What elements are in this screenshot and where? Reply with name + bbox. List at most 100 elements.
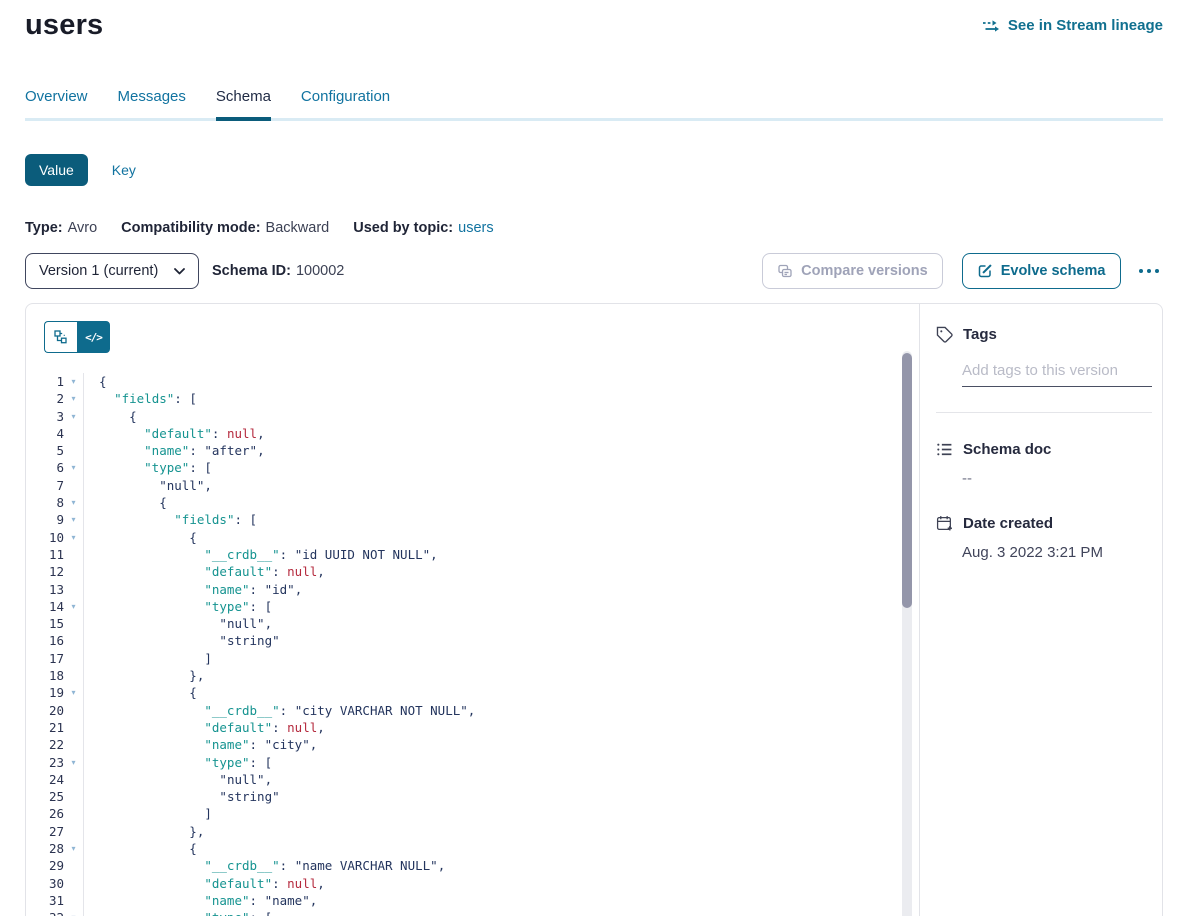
value-key-toggle: Value Key <box>25 154 1163 186</box>
line-number: 12 <box>26 563 64 580</box>
line-number: 14 <box>26 598 64 615</box>
compare-versions-button[interactable]: Compare versions <box>762 253 943 289</box>
code-line: 21 "default": null, <box>26 719 895 736</box>
calendar-plus-icon <box>936 515 953 532</box>
schema-meta-row: Type: Avro Compatibility mode: Backward … <box>25 220 1163 236</box>
lineage-link-label: See in Stream lineage <box>1008 17 1163 34</box>
fold-toggle-icon[interactable]: ▾ <box>64 373 84 390</box>
code-line: 12 "default": null, <box>26 563 895 580</box>
more-options-button[interactable] <box>1135 261 1164 282</box>
line-number: 10 <box>26 529 64 546</box>
date-created-title: Date created <box>963 515 1053 532</box>
code-line-text: "fields": [ <box>84 511 257 528</box>
fold-gutter <box>64 805 84 822</box>
tab-overview[interactable]: Overview <box>25 88 88 118</box>
tab-configuration[interactable]: Configuration <box>301 88 390 118</box>
code-line: 29 "__crdb__": "name VARCHAR NULL", <box>26 857 895 874</box>
fold-toggle-icon[interactable]: ▾ <box>64 390 84 407</box>
line-number: 7 <box>26 477 64 494</box>
code-line-text: "name": "name", <box>84 892 317 909</box>
code-line-text: }, <box>84 823 204 840</box>
topbar: users See in Stream lineage <box>25 0 1163 42</box>
code-line: 27 }, <box>26 823 895 840</box>
evolve-schema-button[interactable]: Evolve schema <box>962 253 1121 289</box>
code-line: 14▾ "type": [ <box>26 598 895 615</box>
fold-toggle-icon[interactable]: ▾ <box>64 511 84 528</box>
code-line: 7 "null", <box>26 477 895 494</box>
date-created-value: Aug. 3 2022 3:21 PM <box>962 544 1152 561</box>
fold-toggle-icon[interactable]: ▾ <box>64 494 84 511</box>
tab-bar: Overview Messages Schema Configuration <box>25 88 1163 121</box>
code-line: 30 "default": null, <box>26 875 895 892</box>
fold-gutter <box>64 771 84 788</box>
ellipsis-dot <box>1155 269 1160 274</box>
code-line-text: { <box>84 408 137 425</box>
line-number: 3 <box>26 408 64 425</box>
version-select-value: Version 1 (current) <box>39 263 158 279</box>
fold-gutter <box>64 581 84 598</box>
schema-doc-section: Schema doc -- <box>936 441 1152 487</box>
ellipsis-dot <box>1147 269 1152 274</box>
stream-lineage-icon <box>982 19 1000 33</box>
code-line-text: "null", <box>84 477 212 494</box>
line-number: 21 <box>26 719 64 736</box>
code-view-button[interactable]: </> <box>77 321 110 353</box>
fold-gutter <box>64 632 84 649</box>
ellipsis-dot <box>1139 269 1144 274</box>
fold-toggle-icon[interactable]: ▾ <box>64 529 84 546</box>
code-view-icon: </> <box>85 331 102 344</box>
chevron-down-icon <box>174 268 185 275</box>
value-tab-button[interactable]: Value <box>25 154 88 186</box>
tag-icon <box>936 326 953 343</box>
tab-messages[interactable]: Messages <box>118 88 186 118</box>
see-in-stream-lineage-link[interactable]: See in Stream lineage <box>982 17 1163 34</box>
line-number: 30 <box>26 875 64 892</box>
code-line: 15 "null", <box>26 615 895 632</box>
sidebar-divider <box>936 412 1152 413</box>
line-number: 13 <box>26 581 64 598</box>
fold-toggle-icon[interactable]: ▾ <box>64 408 84 425</box>
code-lines: 1▾{2▾ "fields": [3▾ {4 "default": null,5… <box>26 373 895 916</box>
editor-view-toggle: </> <box>44 321 110 353</box>
tree-view-button[interactable] <box>44 321 77 353</box>
code-line-text: "type": [ <box>84 459 212 476</box>
add-tags-input[interactable] <box>962 362 1152 387</box>
editor-scrollbar[interactable] <box>902 351 912 916</box>
key-tab-button[interactable]: Key <box>112 162 136 178</box>
code-line: 17 ] <box>26 650 895 667</box>
fold-toggle-icon[interactable]: ▾ <box>64 909 84 916</box>
version-select[interactable]: Version 1 (current) <box>25 253 199 289</box>
fold-gutter <box>64 719 84 736</box>
topic-link[interactable]: users <box>458 220 493 236</box>
code-line-text: "default": null, <box>84 425 265 442</box>
line-number: 1 <box>26 373 64 390</box>
fold-toggle-icon[interactable]: ▾ <box>64 459 84 476</box>
fold-toggle-icon[interactable]: ▾ <box>64 598 84 615</box>
fold-gutter <box>64 442 84 459</box>
line-number: 22 <box>26 736 64 753</box>
tree-view-icon <box>53 329 69 345</box>
code-line-text: { <box>84 494 167 511</box>
code-line-text: "name": "id", <box>84 581 302 598</box>
line-number: 8 <box>26 494 64 511</box>
line-number: 5 <box>26 442 64 459</box>
used-by-topic-label: Used by topic: <box>353 220 453 236</box>
schema-page: users See in Stream lineage Overview Mes… <box>0 0 1189 916</box>
code-line: 23▾ "type": [ <box>26 754 895 771</box>
line-number: 26 <box>26 805 64 822</box>
date-created-section: Date created Aug. 3 2022 3:21 PM <box>936 515 1152 561</box>
code-line-text: ] <box>84 650 212 667</box>
schema-sidebar: Tags <box>919 304 1163 916</box>
code-line: 1▾{ <box>26 373 895 390</box>
fold-gutter <box>64 892 84 909</box>
code-line-text: "fields": [ <box>84 390 197 407</box>
tags-title: Tags <box>963 326 997 343</box>
list-icon <box>936 441 953 458</box>
tab-schema[interactable]: Schema <box>216 88 271 118</box>
fold-toggle-icon[interactable]: ▾ <box>64 840 84 857</box>
scrollbar-thumb[interactable] <box>902 353 912 608</box>
fold-toggle-icon[interactable]: ▾ <box>64 684 84 701</box>
fold-toggle-icon[interactable]: ▾ <box>64 754 84 771</box>
code-line: 25 "string" <box>26 788 895 805</box>
code-line-text: "name": "after", <box>84 442 265 459</box>
